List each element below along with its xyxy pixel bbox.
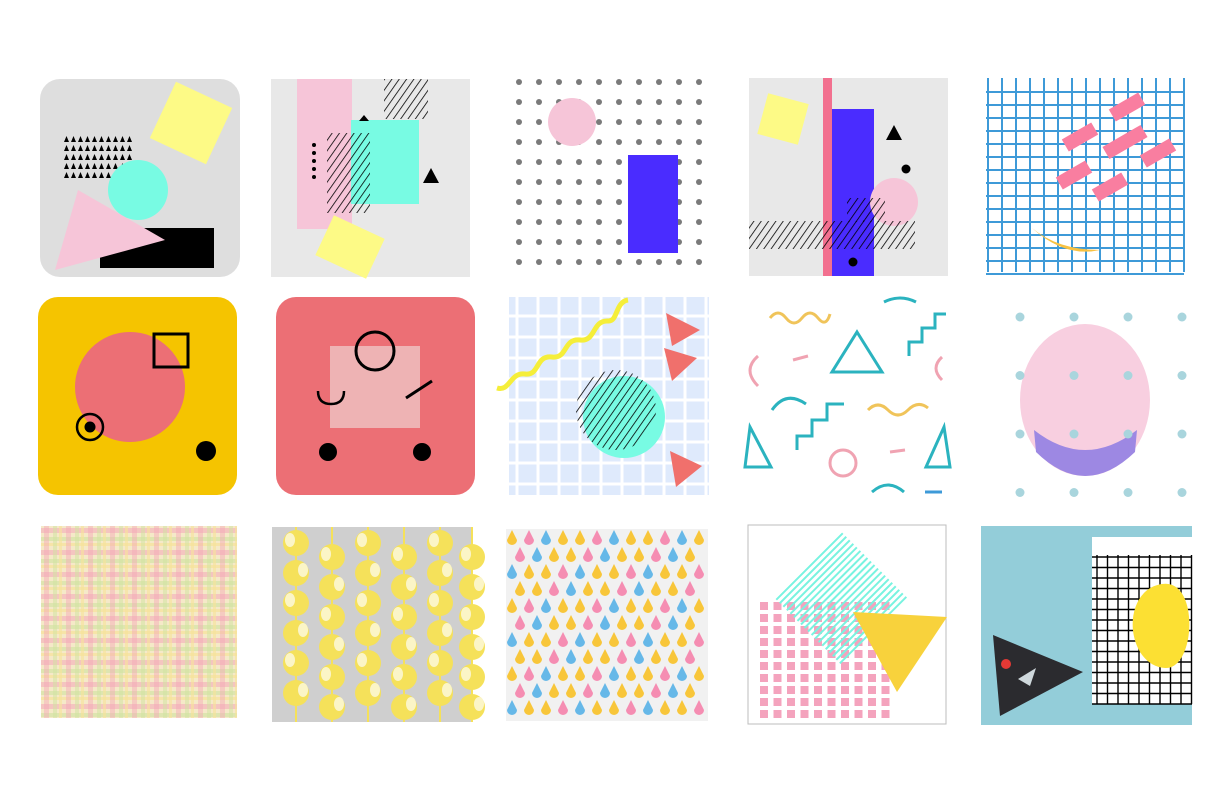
tile-dot-grid (516, 79, 702, 265)
tile-yellow-circles (272, 527, 485, 722)
pattern-sheet (38, 78, 1193, 725)
tile-squiggle-grid (496, 297, 709, 507)
tile-pink-oval (982, 297, 1192, 497)
tile-memphis-stripes (271, 79, 470, 279)
tile-blue-grid (986, 78, 1185, 275)
tile-confetti (743, 296, 952, 494)
tile-blue-bar (749, 78, 948, 276)
tile-plaid (41, 526, 237, 718)
tile-coral-face (276, 297, 475, 495)
tile-outlined-shapes (747, 524, 947, 725)
tile-drops (506, 529, 708, 721)
tile-yellow-face (38, 297, 237, 495)
tile-memphis-triangle (40, 79, 240, 277)
tile-black-triangle (981, 526, 1193, 725)
